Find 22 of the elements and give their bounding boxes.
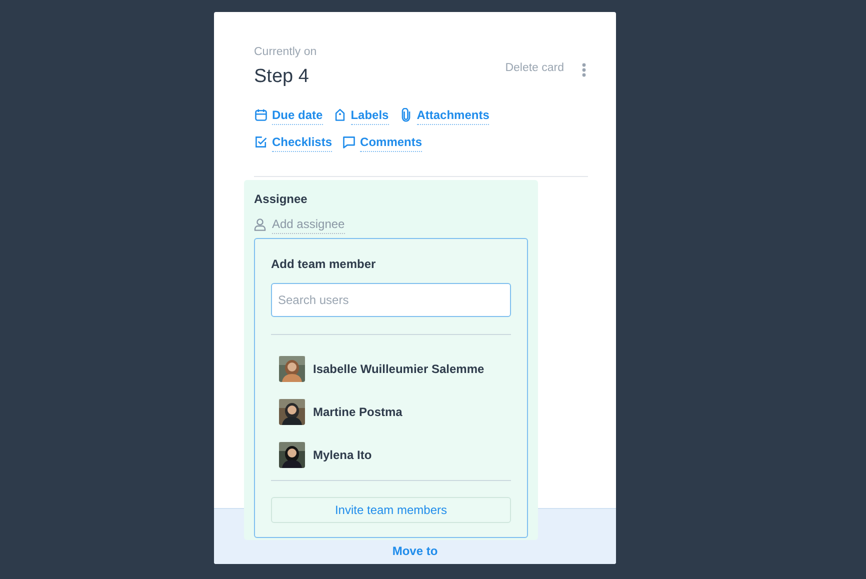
caption-text: Currently on xyxy=(254,45,317,60)
invite-button[interactable]: Invite team members xyxy=(271,497,511,523)
action-link[interactable]: Checklists xyxy=(272,132,332,152)
checkbox-icon xyxy=(254,135,268,150)
member-list-item[interactable]: Mylena Ito xyxy=(271,433,511,476)
popover-title: Add team member xyxy=(271,256,377,273)
action-link[interactable]: Due date xyxy=(272,106,323,125)
add-assignee-button[interactable]: Add assignee xyxy=(254,215,345,234)
action-link[interactable]: Labels xyxy=(350,106,389,125)
calendar-icon xyxy=(254,108,268,122)
delete-card-button[interactable]: Delete card xyxy=(505,60,564,78)
person-icon xyxy=(254,218,266,231)
move-to-button[interactable]: Move to xyxy=(392,542,438,560)
comment-icon xyxy=(342,135,356,150)
card-title: Step 4 xyxy=(254,65,310,90)
assignee-heading: Assignee xyxy=(254,191,308,208)
member-list-item[interactable]: Martine Postma xyxy=(271,390,511,433)
tag-icon xyxy=(332,108,347,122)
member-list-item[interactable]: Isabelle Wuilleumier Salemme xyxy=(271,347,511,390)
action-link[interactable]: Comments xyxy=(360,132,422,152)
search-field[interactable]: Search users xyxy=(271,283,511,317)
action-link[interactable]: Attachments xyxy=(416,106,490,125)
